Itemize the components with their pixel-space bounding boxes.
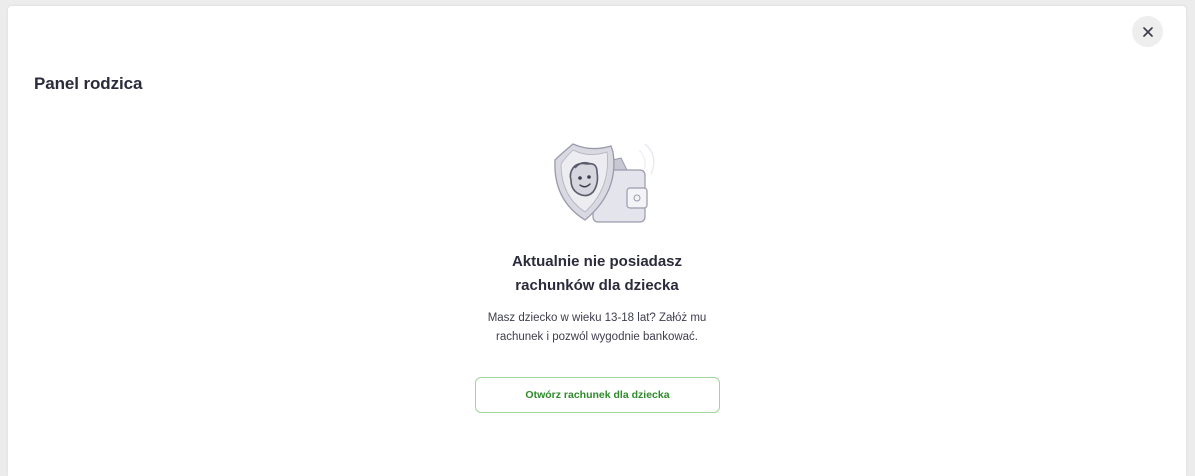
empty-state-description: Masz dziecko w wieku 13-18 lat? Załóż mu… [397, 309, 797, 347]
parent-panel-dialog: Panel rodzica Aktualnie nie posiadasz ra… [8, 6, 1186, 476]
close-icon [1142, 26, 1153, 37]
open-child-account-button[interactable]: Otwórz rachunek dla dziecka [475, 377, 720, 413]
close-button[interactable] [1132, 16, 1163, 47]
page-title: Panel rodzica [34, 74, 143, 93]
empty-state-description-line1: Masz dziecko w wieku 13-18 lat? Załóż mu [487, 312, 707, 324]
empty-state-heading-line1: Aktualnie nie posiadasz [511, 253, 683, 270]
empty-state-heading-line2: rachunków dla dziecka [515, 277, 679, 294]
empty-state-description-line2: rachunek i pozwól wygodnie bankować. [495, 331, 698, 343]
empty-state-heading: Aktualnie nie posiadasz rachunków dla dz… [397, 250, 797, 298]
shield-wallet-child-icon [535, 134, 661, 230]
